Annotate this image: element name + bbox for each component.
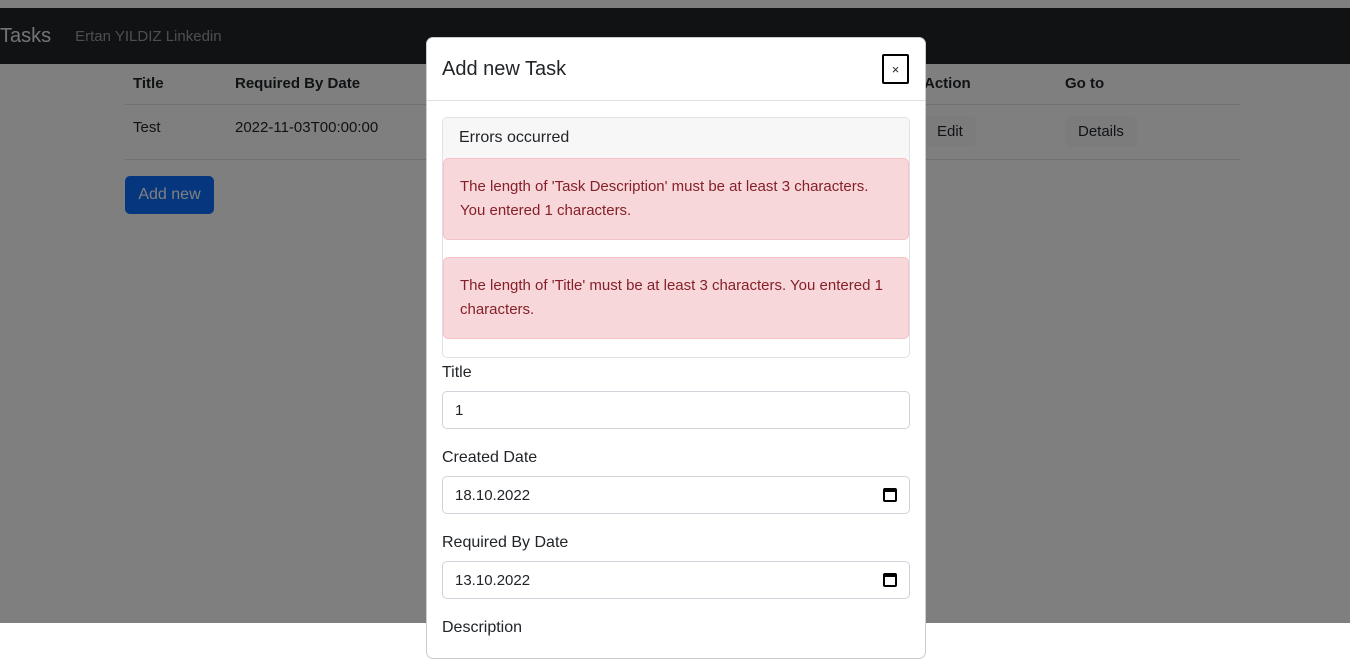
close-icon[interactable]: × bbox=[882, 54, 909, 84]
created-date-label: Created Date bbox=[442, 449, 538, 466]
required-by-date-label: Required By Date bbox=[442, 534, 569, 551]
description-label: Description bbox=[442, 619, 523, 636]
error-alert-description: The length of 'Task Description' must be… bbox=[443, 158, 909, 240]
error-alert-title: The length of 'Title' must be at least 3… bbox=[443, 257, 909, 339]
title-label: Title bbox=[442, 364, 472, 381]
created-date-value: 18.10.2022 bbox=[455, 486, 531, 504]
required-by-date-value: 13.10.2022 bbox=[455, 571, 531, 589]
add-task-modal: Add new Task × Errors occurred The lengt… bbox=[426, 37, 926, 659]
required-by-date-input[interactable]: 13.10.2022 bbox=[442, 561, 910, 599]
modal-title: Add new Task bbox=[442, 57, 567, 80]
title-input-value: 1 bbox=[455, 401, 464, 419]
errors-header: Errors occurred bbox=[443, 118, 909, 158]
calendar-icon[interactable] bbox=[883, 573, 897, 587]
title-input[interactable]: 1 bbox=[442, 391, 910, 429]
calendar-icon[interactable] bbox=[883, 488, 897, 502]
modal-body: Errors occurred The length of 'Task Desc… bbox=[427, 101, 925, 658]
modal-header: Add new Task × bbox=[427, 38, 925, 101]
validation-summary: Errors occurred The length of 'Task Desc… bbox=[442, 117, 910, 358]
created-date-input[interactable]: 18.10.2022 bbox=[442, 476, 910, 514]
